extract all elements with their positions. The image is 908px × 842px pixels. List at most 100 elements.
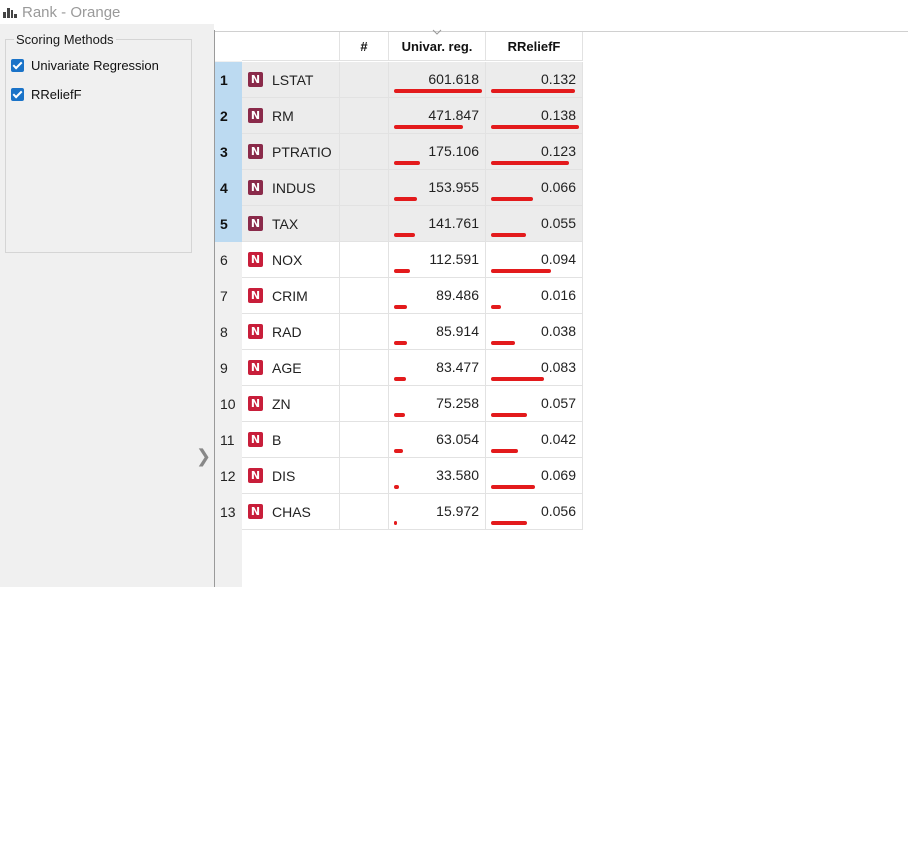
rrelieff-checkbox[interactable]: RReliefF	[11, 85, 82, 103]
rrelieff-score-cell[interactable]: 0.066	[486, 170, 583, 206]
table-row[interactable]: N CHAS 15.972 0.056	[242, 494, 583, 530]
row-header-9[interactable]: 9	[215, 350, 242, 386]
row-header-11[interactable]: 11	[215, 422, 242, 458]
univariate-score-cell[interactable]: 153.955	[389, 170, 486, 206]
table-row[interactable]: N LSTAT 601.618 0.132	[242, 62, 583, 98]
row-header-1[interactable]: 1	[215, 62, 242, 98]
row-header-6[interactable]: 6	[215, 242, 242, 278]
row-header-5[interactable]: 5	[215, 206, 242, 242]
rrelieff-score-cell[interactable]: 0.094	[486, 242, 583, 278]
table-row[interactable]: N CRIM 89.486 0.016	[242, 278, 583, 314]
numeric-variable-icon: N	[248, 144, 263, 159]
attribute-cell[interactable]: N TAX	[242, 206, 340, 242]
orange-rank-icon	[3, 6, 17, 18]
rrelieff-score-cell[interactable]: 0.055	[486, 206, 583, 242]
univariate-score-cell[interactable]: 89.486	[389, 278, 486, 314]
table-row[interactable]: N NOX 112.591 0.094	[242, 242, 583, 278]
table-row[interactable]: N B 63.054 0.042	[242, 422, 583, 458]
univariate-score-cell[interactable]: 141.761	[389, 206, 486, 242]
number-cell[interactable]	[340, 458, 389, 494]
header-rrelieff[interactable]: RReliefF	[486, 32, 583, 61]
attribute-cell[interactable]: N RAD	[242, 314, 340, 350]
row-header-2[interactable]: 2	[215, 98, 242, 134]
number-cell[interactable]	[340, 350, 389, 386]
row-header-8[interactable]: 8	[215, 314, 242, 350]
rrelieff-score: 0.069	[540, 467, 576, 483]
number-cell[interactable]	[340, 494, 389, 530]
rrelieff-score-cell[interactable]: 0.069	[486, 458, 583, 494]
numeric-variable-icon: N	[248, 324, 263, 339]
number-cell[interactable]	[340, 98, 389, 134]
table-row[interactable]: N RAD 85.914 0.038	[242, 314, 583, 350]
table-row[interactable]: N ZN 75.258 0.057	[242, 386, 583, 422]
row-header-12[interactable]: 12	[215, 458, 242, 494]
rrelieff-score: 0.055	[540, 215, 576, 231]
number-cell[interactable]	[340, 422, 389, 458]
univariate-score-cell[interactable]: 75.258	[389, 386, 486, 422]
rrelieff-score: 0.094	[540, 251, 576, 267]
univariate-score-cell[interactable]: 175.106	[389, 134, 486, 170]
number-cell[interactable]	[340, 206, 389, 242]
row-header-4[interactable]: 4	[215, 170, 242, 206]
table-row[interactable]: N AGE 83.477 0.083	[242, 350, 583, 386]
number-cell[interactable]	[340, 62, 389, 98]
attribute-cell[interactable]: N NOX	[242, 242, 340, 278]
table-corner[interactable]	[215, 32, 242, 61]
attribute-cell[interactable]: N CRIM	[242, 278, 340, 314]
rrelieff-score-cell[interactable]: 0.056	[486, 494, 583, 530]
attribute-cell[interactable]: N INDUS	[242, 170, 340, 206]
collapse-panel-chevron-icon[interactable]: ❯	[196, 446, 211, 467]
rrelieff-score-cell[interactable]: 0.038	[486, 314, 583, 350]
univariate-score-cell[interactable]: 63.054	[389, 422, 486, 458]
attribute-cell[interactable]: N PTRATIO	[242, 134, 340, 170]
attribute-cell[interactable]: N DIS	[242, 458, 340, 494]
number-cell[interactable]	[340, 278, 389, 314]
univariate-score-cell[interactable]: 85.914	[389, 314, 486, 350]
row-header-13[interactable]: 13	[215, 494, 242, 530]
univariate-score-cell[interactable]: 601.618	[389, 62, 486, 98]
rrelieff-score: 0.123	[540, 143, 576, 159]
row-header-7[interactable]: 7	[215, 278, 242, 314]
univariate-regression-checkbox[interactable]: Univariate Regression	[11, 56, 159, 74]
number-cell[interactable]	[340, 134, 389, 170]
control-panel: Scoring Methods Univariate Regression RR…	[0, 24, 214, 587]
table-row[interactable]: N PTRATIO 175.106 0.123	[242, 134, 583, 170]
univariate-score-cell[interactable]: 15.972	[389, 494, 486, 530]
table-row[interactable]: N INDUS 153.955 0.066	[242, 170, 583, 206]
univariate-score-cell[interactable]: 83.477	[389, 350, 486, 386]
attribute-cell[interactable]: N LSTAT	[242, 62, 340, 98]
rrelieff-score-cell[interactable]: 0.083	[486, 350, 583, 386]
rrelieff-score-cell[interactable]: 0.042	[486, 422, 583, 458]
rrelieff-score-cell[interactable]: 0.132	[486, 62, 583, 98]
header-univariate-regression[interactable]: Univar. reg.	[389, 29, 486, 61]
univariate-score-bar	[394, 89, 482, 93]
table-row[interactable]: N RM 471.847 0.138	[242, 98, 583, 134]
attribute-cell[interactable]: N CHAS	[242, 494, 340, 530]
checkbox-checked-icon[interactable]	[11, 58, 24, 72]
univariate-score-cell[interactable]: 33.580	[389, 458, 486, 494]
table-row[interactable]: N DIS 33.580 0.069	[242, 458, 583, 494]
header-number[interactable]: #	[340, 32, 389, 61]
rrelieff-score-cell[interactable]: 0.057	[486, 386, 583, 422]
rrelieff-score-cell[interactable]: 0.123	[486, 134, 583, 170]
attribute-cell[interactable]: N ZN	[242, 386, 340, 422]
number-cell[interactable]	[340, 242, 389, 278]
number-cell[interactable]	[340, 386, 389, 422]
attribute-cell[interactable]: N RM	[242, 98, 340, 134]
rrelieff-score-bar	[491, 305, 502, 309]
rrelieff-score-cell[interactable]: 0.138	[486, 98, 583, 134]
attribute-cell[interactable]: NB	[242, 422, 340, 458]
row-header-3[interactable]: 3	[215, 134, 242, 170]
checkbox-checked-icon[interactable]	[11, 87, 24, 101]
header-name[interactable]	[242, 32, 340, 61]
univariate-score-cell[interactable]: 471.847	[389, 98, 486, 134]
rrelieff-score-cell[interactable]: 0.016	[486, 278, 583, 314]
table-row[interactable]: N TAX 141.761 0.055	[242, 206, 583, 242]
univariate-score-cell[interactable]: 112.591	[389, 242, 486, 278]
univariate-score: 153.955	[428, 179, 479, 195]
number-cell[interactable]	[340, 314, 389, 350]
attribute-cell[interactable]: N AGE	[242, 350, 340, 386]
number-cell[interactable]	[340, 170, 389, 206]
row-header-10[interactable]: 10	[215, 386, 242, 422]
rrelieff-score: 0.042	[540, 431, 576, 447]
